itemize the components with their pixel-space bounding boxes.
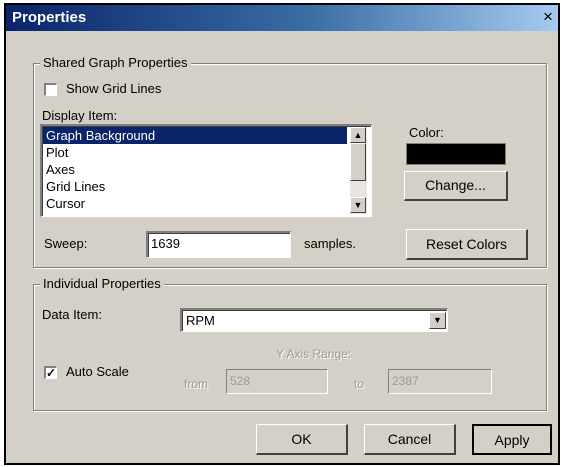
individual-properties-label: Individual Properties: [40, 276, 164, 291]
shared-graph-properties-label: Shared Graph Properties: [40, 55, 191, 70]
sweep-value: 1639: [151, 236, 180, 251]
sweep-label: Sweep:: [44, 236, 88, 251]
listbox-scrollbar[interactable]: ▲ ▼: [350, 127, 367, 214]
auto-scale-checkbox[interactable]: ✓: [44, 366, 57, 379]
display-list-item[interactable]: Cursor: [43, 195, 347, 212]
change-color-button[interactable]: Change...: [404, 171, 508, 201]
title-bar[interactable]: Properties ×: [6, 5, 558, 31]
apply-button[interactable]: Apply: [472, 424, 552, 455]
data-item-value: RPM: [186, 313, 215, 328]
cancel-button[interactable]: Cancel: [364, 424, 456, 455]
scroll-up-icon[interactable]: ▲: [350, 127, 366, 143]
data-item-label: Data Item:: [42, 307, 102, 322]
display-list-item[interactable]: Graph Background: [43, 127, 347, 144]
check-mark-icon: ✓: [46, 366, 57, 380]
color-swatch: [406, 143, 506, 165]
auto-scale-label: Auto Scale: [66, 364, 129, 379]
to-input[interactable]: 2387: [388, 369, 492, 394]
sweep-input[interactable]: 1639: [146, 231, 291, 258]
data-item-dropdown[interactable]: RPM ▼: [180, 308, 448, 332]
from-input[interactable]: 528: [226, 369, 328, 394]
color-label: Color:: [409, 125, 444, 140]
chevron-down-icon[interactable]: ▼: [429, 312, 446, 329]
display-item-label: Display Item:: [42, 108, 118, 123]
display-list-item[interactable]: Grid Lines: [43, 178, 347, 195]
properties-dialog: Properties × Shared Graph Properties Sho…: [4, 3, 560, 465]
to-label: to: [354, 377, 365, 391]
reset-colors-button[interactable]: Reset Colors: [406, 229, 528, 260]
from-value: 528: [230, 374, 251, 388]
scroll-down-icon[interactable]: ▼: [350, 197, 366, 213]
dialog-title: Properties: [12, 9, 87, 26]
from-label: from: [184, 377, 208, 391]
to-value: 2387: [392, 374, 419, 388]
ok-button[interactable]: OK: [256, 424, 348, 455]
show-grid-lines-label: Show Grid Lines: [66, 81, 162, 96]
display-item-list: Graph Background Plot Axes Grid Lines Cursor: [43, 127, 347, 212]
display-list-item[interactable]: Axes: [43, 161, 347, 178]
y-axis-range-label: Y Axis Range:: [276, 347, 352, 361]
close-icon[interactable]: ×: [538, 7, 558, 27]
scroll-thumb[interactable]: [350, 143, 366, 181]
display-list-item[interactable]: Plot: [43, 144, 347, 161]
show-grid-lines-checkbox[interactable]: [44, 83, 57, 96]
sweep-units-label: samples.: [304, 236, 357, 251]
